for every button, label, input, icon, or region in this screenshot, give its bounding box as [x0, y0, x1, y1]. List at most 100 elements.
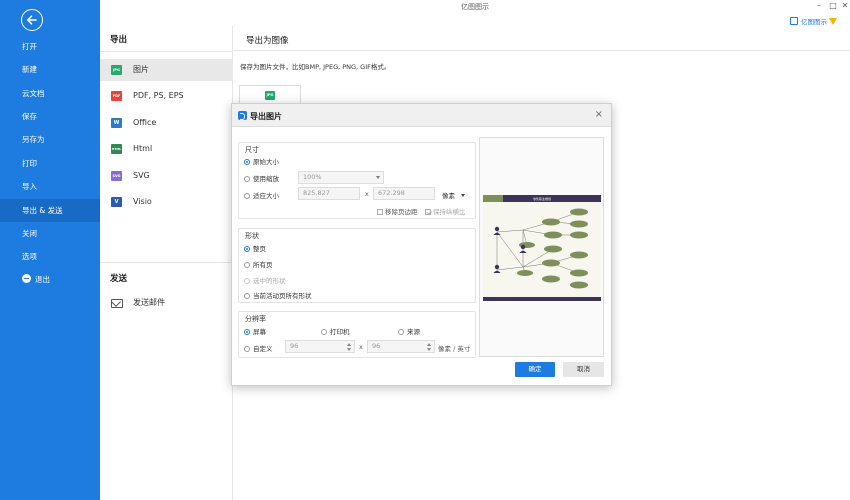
ok-button[interactable]: 确定: [515, 362, 555, 377]
radio-label: 来源: [407, 328, 420, 336]
radio-fit-size[interactable]: 适应大小: [244, 190, 279, 200]
sidebar-item-label: 选项: [22, 252, 37, 261]
format-label: Office: [133, 118, 157, 127]
sidebar-item-label: 退出: [35, 275, 50, 284]
diagram-preview-image: 零售职业规划: [483, 195, 601, 301]
unit-select[interactable]: 像素: [442, 190, 465, 200]
radio-screen[interactable]: 屏幕: [244, 326, 266, 336]
sidebar-item-import[interactable]: 导入: [0, 175, 100, 198]
html-icon: HTML: [111, 144, 122, 154]
divider: [100, 262, 233, 263]
radio-label: 选中的形状: [253, 277, 286, 285]
jpg-icon: JPG: [265, 91, 275, 100]
spin-down-icon[interactable]: [347, 348, 351, 351]
sidebar-item-save-as[interactable]: 另存为: [0, 128, 100, 151]
sidebar: 打开 新建 云文档 保存 另存为 打印 导入 导出 & 发送 关闭 选项 退出: [0, 0, 100, 500]
format-svg[interactable]: SVG SVG: [100, 165, 233, 187]
export-description: 保存为图片文件，比如BMP, JPEG, PNG, GIF格式。: [240, 63, 391, 71]
send-mail-item[interactable]: 发送邮件: [100, 292, 233, 314]
size-group: 尺寸 原始大小 使用缩放 100% 适应大小 825.827 x 672.298…: [238, 142, 476, 219]
radio-icon: [244, 159, 250, 165]
resolution-group-label: 分辨率: [245, 315, 266, 323]
pdf-icon: PDF: [111, 91, 122, 101]
back-button[interactable]: [21, 9, 43, 31]
shape-group-label: 形状: [245, 232, 259, 240]
checkbox-icon: [425, 209, 431, 215]
width-input[interactable]: 825.827: [298, 187, 360, 200]
radio-icon: [321, 329, 327, 335]
export-preview: 零售职业规划: [479, 137, 604, 357]
resolution-y-input[interactable]: 96: [367, 340, 435, 353]
format-visio[interactable]: V Visio: [100, 191, 233, 213]
spin-up-icon[interactable]: [347, 343, 351, 346]
radio-printer[interactable]: 打印机: [321, 326, 350, 336]
zoom-select[interactable]: 100%: [298, 171, 384, 184]
spin-up-icon[interactable]: [427, 343, 431, 346]
edraw-logo-icon: [238, 111, 247, 120]
sidebar-item-cloud[interactable]: 云文档: [0, 82, 100, 105]
radio-icon: [244, 262, 250, 268]
radio-label: 原始大小: [253, 158, 279, 166]
radio-label: 适应大小: [253, 192, 279, 200]
vip-gem-icon: [829, 18, 837, 25]
keep-ratio-checkbox[interactable]: 保持纵横比: [425, 206, 466, 216]
app-title: 亿图图示: [461, 3, 489, 11]
radio-label: 所有页: [253, 261, 273, 269]
height-value: 672.298: [378, 189, 405, 197]
minimize-button[interactable]: –: [813, 1, 825, 10]
format-html[interactable]: HTML Html: [100, 138, 233, 160]
sidebar-item-print[interactable]: 打印: [0, 152, 100, 175]
radio-icon: [244, 329, 250, 335]
spin-down-icon[interactable]: [427, 348, 431, 351]
sidebar-item-close[interactable]: 关闭: [0, 222, 100, 245]
svg-icon: SVG: [111, 171, 122, 181]
radio-selected-shapes[interactable]: 选中的形状: [244, 275, 286, 285]
preview-title: 零售职业规划: [533, 196, 551, 201]
cancel-button[interactable]: 取消: [563, 362, 604, 377]
format-image[interactable]: JPG 图片: [100, 59, 233, 81]
account-link[interactable]: 亿图图示: [790, 16, 837, 26]
content-title: 导出为图像: [246, 36, 289, 46]
radio-whole-page[interactable]: 整页: [244, 243, 266, 253]
send-title: 发送: [110, 274, 128, 284]
radio-label: 当前活动页所有形状: [253, 292, 312, 300]
format-label: 图片: [133, 65, 149, 74]
radio-use-zoom[interactable]: 使用缩放: [244, 173, 279, 183]
sidebar-item-exit[interactable]: 退出: [0, 268, 100, 291]
resolution-x-value: 96: [290, 342, 299, 350]
remove-margin-checkbox[interactable]: 移除页边距: [377, 206, 418, 216]
content-header: 导出为图像: [233, 26, 850, 51]
chevron-down-icon: [376, 176, 380, 179]
sidebar-item-options[interactable]: 选项: [0, 245, 100, 268]
sidebar-item-label: 另存为: [22, 135, 45, 144]
sidebar-item-open[interactable]: 打开: [0, 35, 100, 58]
radio-label: 整页: [253, 245, 266, 253]
dialog-close-button[interactable]: ×: [595, 109, 603, 120]
radio-all-pages[interactable]: 所有页: [244, 259, 273, 269]
radio-icon: [244, 246, 250, 252]
radio-icon: [244, 193, 250, 199]
radio-original-size[interactable]: 原始大小: [244, 156, 279, 166]
checkbox-label: 保持纵横比: [433, 208, 466, 216]
radio-custom[interactable]: 自定义: [244, 343, 273, 353]
resolution-x-input[interactable]: 96: [285, 340, 355, 353]
radio-source[interactable]: 来源: [398, 326, 420, 336]
sidebar-item-new[interactable]: 新建: [0, 58, 100, 81]
sidebar-item-export-send[interactable]: 导出 & 发送: [0, 199, 100, 222]
radio-icon: [398, 329, 404, 335]
size-group-label: 尺寸: [245, 146, 259, 154]
format-pdf[interactable]: PDF PDF, PS, EPS: [100, 85, 233, 107]
format-office[interactable]: W Office: [100, 112, 233, 134]
exit-icon: [22, 274, 31, 283]
maximize-button[interactable]: □: [827, 1, 839, 10]
sidebar-item-save[interactable]: 保存: [0, 105, 100, 128]
chevron-down-icon: [461, 194, 465, 197]
height-input[interactable]: 672.298: [373, 187, 435, 200]
radio-label: 使用缩放: [253, 175, 279, 183]
account-label: 亿图图示: [801, 18, 827, 26]
checkbox-label: 移除页边距: [385, 208, 418, 216]
radio-current-page-shapes[interactable]: 当前活动页所有形状: [244, 290, 312, 300]
close-window-button[interactable]: ✕: [839, 1, 850, 10]
radio-icon: [244, 346, 250, 352]
title-bar: 亿图图示 – □ ✕: [100, 0, 850, 13]
